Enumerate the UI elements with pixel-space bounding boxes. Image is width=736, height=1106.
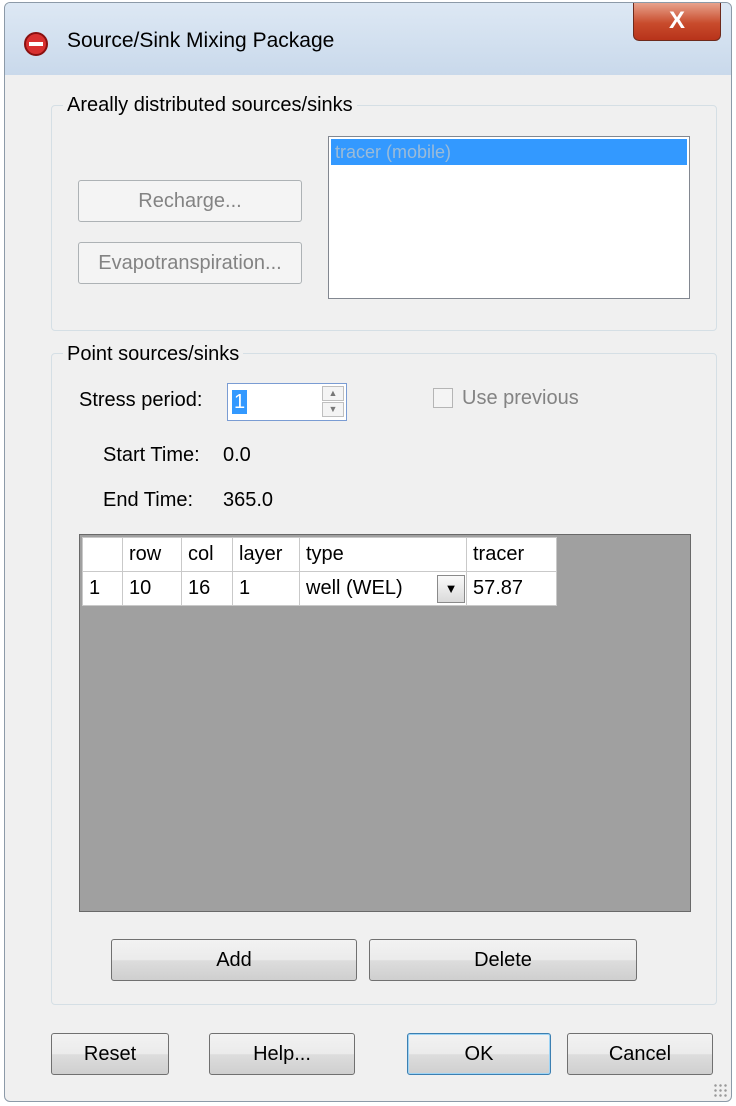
dropdown-arrow-icon[interactable]: ▼ xyxy=(437,575,465,603)
stress-period-spinbox[interactable]: 1 ▲ ▼ xyxy=(227,383,347,421)
use-previous-label: Use previous xyxy=(462,387,579,409)
areal-sources-group-title: Areally distributed sources/sinks xyxy=(63,94,357,117)
title-bar: Source/Sink Mixing Package X xyxy=(5,3,731,75)
close-button[interactable]: X xyxy=(633,3,721,41)
column-header-tracer[interactable]: tracer xyxy=(466,537,557,572)
cancel-button[interactable]: Cancel xyxy=(567,1033,713,1075)
point-sources-table: row col layer type tracer 1 10 16 1 well… xyxy=(82,537,557,606)
app-icon xyxy=(24,32,48,56)
reset-button[interactable]: Reset xyxy=(51,1033,169,1075)
species-list-item[interactable]: tracer (mobile) xyxy=(331,139,687,165)
resize-grip-icon[interactable] xyxy=(713,1083,727,1097)
delete-button[interactable]: Delete xyxy=(369,939,637,981)
window-title: Source/Sink Mixing Package xyxy=(67,29,335,52)
column-header-row[interactable]: row xyxy=(122,537,182,572)
column-header-type[interactable]: type xyxy=(299,537,467,572)
add-button[interactable]: Add xyxy=(111,939,357,981)
start-time-label: Start Time: xyxy=(103,444,200,466)
end-time-value: 365.0 xyxy=(223,489,274,511)
use-previous-checkbox[interactable] xyxy=(433,388,453,408)
cell-type[interactable]: well (WEL) ▼ xyxy=(299,571,467,606)
recharge-button[interactable]: Recharge... xyxy=(78,180,302,222)
spin-buttons: ▲ ▼ xyxy=(322,386,344,418)
species-listbox[interactable]: tracer (mobile) xyxy=(328,136,690,299)
cell-col[interactable]: 16 xyxy=(181,571,233,606)
cell-layer[interactable]: 1 xyxy=(232,571,300,606)
dialog-window: Source/Sink Mixing Package X Areally dis… xyxy=(4,2,732,1102)
help-button[interactable]: Help... xyxy=(209,1033,355,1075)
cell-tracer[interactable]: 57.87 xyxy=(466,571,557,606)
end-time-label: End Time: xyxy=(103,489,194,511)
evapotranspiration-button[interactable]: Evapotranspiration... xyxy=(78,242,302,284)
start-time-value: 0.0 xyxy=(223,444,251,466)
ok-button[interactable]: OK xyxy=(407,1033,551,1075)
stress-period-label: Stress period: xyxy=(79,389,203,411)
column-header-layer[interactable]: layer xyxy=(232,537,300,572)
cell-type-value: well (WEL) xyxy=(306,577,403,599)
row-number-header xyxy=(82,537,123,572)
cell-row[interactable]: 10 xyxy=(122,571,182,606)
table-row: 1 10 16 1 well (WEL) ▼ 57.87 xyxy=(82,571,557,606)
spin-up-icon[interactable]: ▲ xyxy=(322,386,344,401)
spin-down-icon[interactable]: ▼ xyxy=(322,402,344,417)
column-header-col[interactable]: col xyxy=(181,537,233,572)
point-sources-grid[interactable]: row col layer type tracer 1 10 16 1 well… xyxy=(79,534,691,912)
row-number[interactable]: 1 xyxy=(82,571,123,606)
stress-period-value[interactable]: 1 xyxy=(232,390,248,414)
table-header-row: row col layer type tracer xyxy=(82,537,557,572)
point-sources-group-title: Point sources/sinks xyxy=(63,343,244,366)
